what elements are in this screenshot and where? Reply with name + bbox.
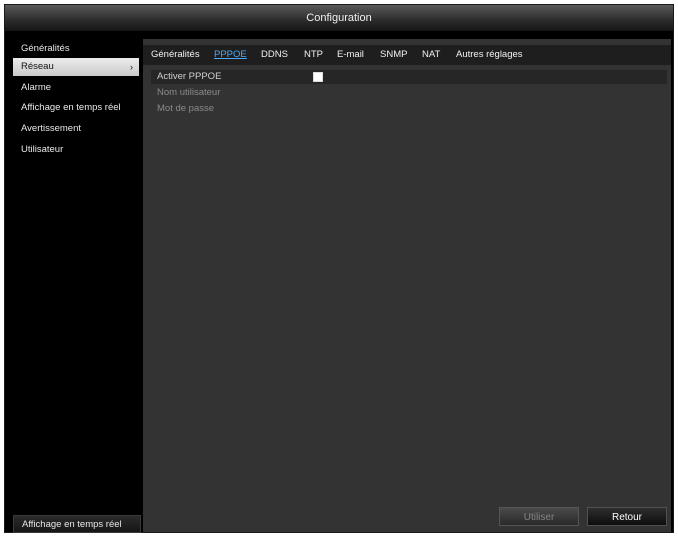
sidebar-item-generalites[interactable]: Généralités [13,40,139,58]
apply-button[interactable]: Utiliser [499,507,579,526]
live-view-button[interactable]: Affichage en temps réel [13,515,141,533]
tab-ddns[interactable]: DDNS [261,45,288,65]
enable-pppoe-label: Activer PPPOE [157,71,222,82]
password-row: Mot de passe [151,102,667,116]
tab-ntp[interactable]: NTP [304,45,323,65]
tab-nat[interactable]: NAT [422,45,440,65]
configuration-window: Configuration Généralités Réseau › Alarm… [4,4,674,533]
tab-autres-reglages[interactable]: Autres réglages [456,45,523,65]
enable-pppoe-row: Activer PPPOE [151,70,667,84]
sidebar-item-avertissement[interactable]: Avertissement [13,120,139,138]
enable-pppoe-checkbox[interactable] [313,72,323,82]
tab-generalites[interactable]: Généralités [151,45,200,65]
sidebar-item-affichage[interactable]: Affichage en temps réel [13,99,139,117]
main-panel: Généralités PPPOE DDNS NTP E-mail SNMP N… [143,39,671,532]
window-title: Configuration [5,5,673,31]
tab-email[interactable]: E-mail [337,45,364,65]
tab-snmp[interactable]: SNMP [380,45,407,65]
password-label: Mot de passe [157,103,215,114]
sidebar: Généralités Réseau › Alarme Affichage en… [9,33,142,533]
chevron-right-icon: › [130,62,133,72]
username-label: Nom utilisateur [157,87,221,98]
username-row: Nom utilisateur [151,86,667,100]
sidebar-item-label: Réseau [21,61,54,72]
sidebar-item-alarme[interactable]: Alarme [13,79,139,97]
tab-bar: Généralités PPPOE DDNS NTP E-mail SNMP N… [143,45,671,65]
tab-pppoe[interactable]: PPPOE [214,45,247,65]
back-button[interactable]: Retour [587,507,667,526]
sidebar-item-reseau[interactable]: Réseau › [13,58,139,76]
sidebar-item-utilisateur[interactable]: Utilisateur [13,141,139,159]
